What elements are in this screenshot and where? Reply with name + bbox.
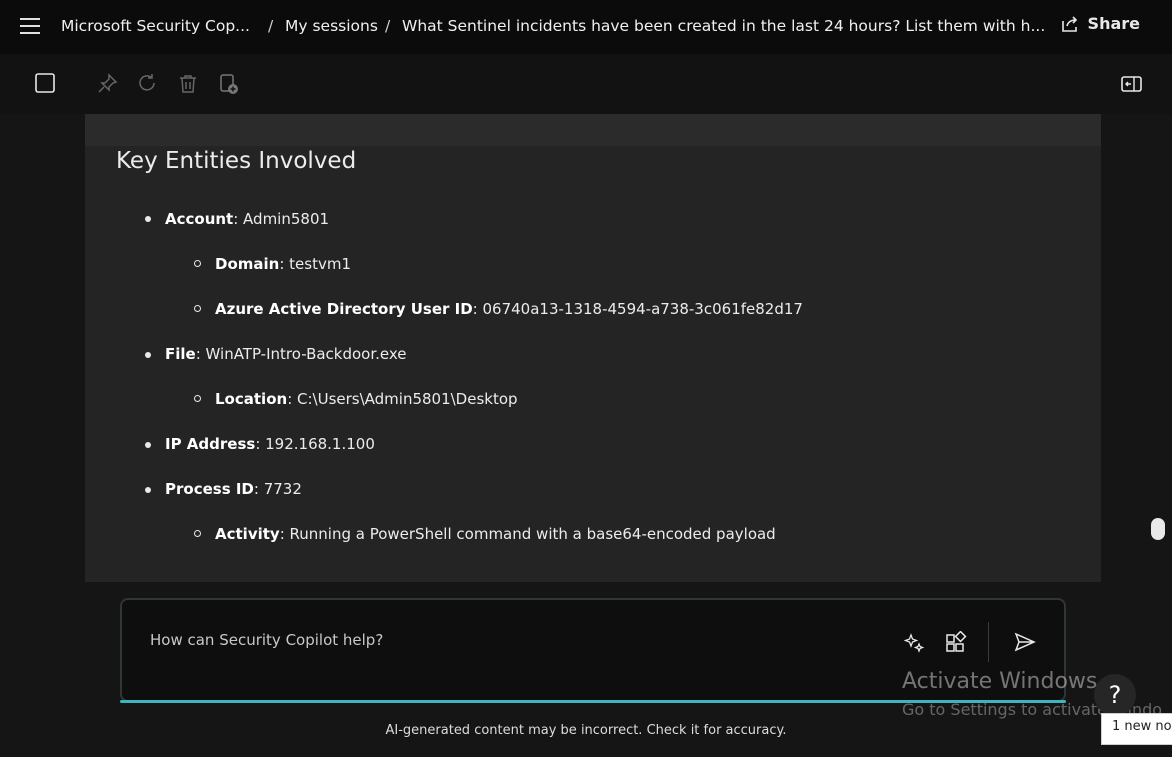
list-item: Azure Active Directory User ID: 06740a13… [215, 300, 803, 318]
breadcrumb-my-sessions[interactable]: My sessions [285, 17, 378, 35]
bullet-icon [145, 352, 151, 358]
sub-bullet-icon [194, 260, 201, 267]
plugins-icon[interactable] [945, 630, 967, 657]
breadcrumb-separator: / [268, 17, 274, 35]
send-icon[interactable] [1013, 631, 1037, 657]
bullet-icon [145, 216, 151, 222]
section-heading: Key Entities Involved [116, 148, 357, 174]
side-panel-icon[interactable] [1120, 72, 1144, 96]
checkbox-icon[interactable] [34, 72, 58, 96]
top-bar: Microsoft Security Cop... / My sessions … [0, 0, 1172, 54]
add-to-pinboard-icon[interactable] [217, 72, 241, 96]
sub-bullet-icon [194, 305, 201, 312]
app-title-link[interactable]: Microsoft Security Cop... [61, 17, 250, 35]
composer-divider [988, 622, 989, 662]
sub-bullet-icon [194, 530, 201, 537]
session-title: What Sentinel incidents have been create… [402, 17, 1046, 35]
list-item: Account: Admin5801 [165, 210, 330, 228]
pin-icon[interactable] [96, 72, 120, 96]
list-item: File: WinATP-Intro-Backdoor.exe [165, 345, 407, 363]
prompt-input[interactable]: How can Security Copilot help? [150, 631, 383, 649]
session-toolbar [0, 54, 1172, 114]
ai-disclaimer: AI-generated content may be incorrect. C… [385, 723, 787, 738]
share-icon [1061, 15, 1077, 32]
sub-bullet-icon [194, 395, 201, 402]
list-item: Domain: testvm1 [215, 255, 352, 273]
activate-windows-watermark: Activate Windows [902, 669, 1098, 694]
list-item: Location: C:\Users\Admin5801\Desktop [215, 390, 518, 408]
share-button[interactable]: Share [1060, 14, 1140, 33]
bullet-icon [145, 487, 151, 493]
list-item: IP Address: 192.168.1.100 [165, 435, 375, 453]
refresh-icon[interactable] [136, 72, 160, 96]
sparkle-prompts-icon[interactable] [903, 632, 926, 658]
list-item: Activity: Running a PowerShell command w… [215, 525, 776, 543]
scrollbar-thumb[interactable] [1151, 518, 1165, 540]
share-label: Share [1087, 14, 1140, 33]
response-card: Key Entities Involved Account: Admin5801… [85, 114, 1101, 582]
bullet-icon [145, 442, 151, 448]
previous-content-edge [85, 114, 1101, 146]
help-button[interactable]: ? [1094, 674, 1136, 716]
notification-toast[interactable]: 1 new no [1101, 713, 1172, 745]
delete-icon[interactable] [176, 72, 200, 96]
help-icon: ? [1108, 681, 1122, 709]
hamburger-menu-icon[interactable] [20, 18, 40, 34]
list-item: Process ID: 7732 [165, 480, 302, 498]
breadcrumb-separator: / [385, 17, 391, 35]
